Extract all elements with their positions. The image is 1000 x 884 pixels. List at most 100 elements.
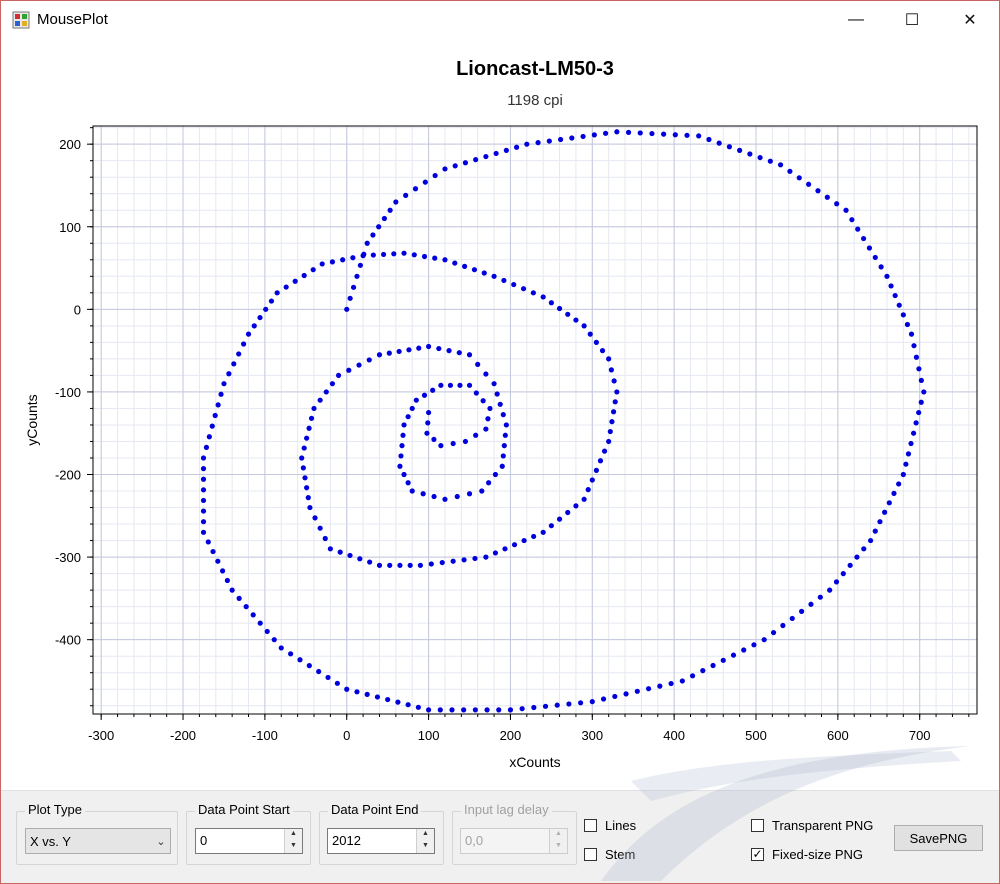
data-point [462, 160, 469, 166]
data-point [780, 622, 786, 629]
data-point [799, 608, 805, 614]
data-point [866, 245, 873, 251]
data-point [350, 284, 357, 290]
data-point [599, 348, 606, 354]
data-point [200, 497, 207, 504]
data-point [329, 381, 336, 387]
data-point [491, 273, 497, 279]
data-point [354, 273, 360, 279]
data-point [908, 440, 914, 447]
data-point [438, 382, 444, 388]
data-point [726, 144, 732, 150]
data-point [483, 371, 489, 377]
data-point [556, 305, 563, 312]
data-point [606, 356, 612, 362]
data-point [461, 707, 467, 713]
data-point [741, 647, 747, 653]
data-point [431, 493, 437, 500]
spin-up-icon[interactable]: ▲ [550, 829, 567, 841]
fixed-size-png-checkbox-box[interactable]: ✓ [751, 848, 764, 861]
data-point [347, 552, 353, 559]
data-point [306, 663, 312, 669]
data-point [507, 707, 514, 713]
data-point [405, 702, 411, 708]
data-point [483, 554, 489, 560]
data-point [301, 272, 307, 279]
data-point [364, 691, 370, 697]
data-point [454, 493, 460, 500]
data-point [637, 130, 643, 136]
stem-checkbox-box[interactable] [584, 848, 597, 861]
spin-down-icon[interactable]: ▼ [417, 841, 434, 853]
data-point [787, 168, 793, 174]
data-point [200, 455, 207, 461]
data-point [591, 132, 597, 138]
lines-checkbox-box[interactable] [584, 819, 597, 832]
data-point [312, 515, 318, 521]
data-point [288, 651, 294, 657]
spin-down-icon[interactable]: ▼ [550, 841, 567, 853]
data-point [413, 397, 419, 403]
data-point [700, 668, 706, 674]
data-point [904, 321, 911, 328]
lines-checkbox[interactable]: Lines [584, 818, 636, 833]
spin-down-icon[interactable]: ▼ [285, 841, 302, 853]
data-point [502, 432, 508, 438]
data-point [501, 277, 507, 284]
data-point [877, 519, 883, 525]
data-point [409, 405, 415, 412]
data-point [503, 147, 509, 153]
spin-up-icon[interactable]: ▲ [285, 829, 302, 841]
close-button[interactable]: ✕ [947, 1, 993, 39]
data-point [548, 523, 554, 529]
data-point [462, 263, 468, 269]
save-png-button[interactable]: SavePNG [894, 825, 983, 851]
x-tick-label: 200 [500, 728, 522, 743]
data-point [581, 323, 587, 329]
data-point [593, 467, 599, 473]
data-point [335, 372, 342, 379]
data-point [431, 436, 437, 443]
data-point [486, 480, 492, 486]
data-point [770, 629, 777, 636]
transparent-png-checkbox-box[interactable] [751, 819, 764, 832]
data-point [556, 516, 563, 522]
data-point [911, 343, 917, 349]
input-lag-delay-input[interactable]: 0,0 ▲ ▼ [460, 828, 568, 854]
data-point-end-input[interactable]: 2012 ▲ ▼ [327, 828, 435, 854]
data-point [878, 264, 884, 270]
transparent-png-checkbox[interactable]: Transparent PNG [751, 818, 873, 833]
data-point [316, 668, 322, 675]
data-point [241, 341, 247, 347]
data-point [200, 466, 207, 472]
minimize-button[interactable]: — [833, 1, 879, 39]
data-point [302, 475, 308, 481]
data-point [747, 151, 753, 157]
lines-label: Lines [605, 818, 637, 833]
data-point [421, 392, 428, 398]
data-point [356, 362, 362, 368]
data-point [481, 270, 487, 276]
data-point [806, 181, 812, 187]
maximize-button[interactable]: ☐ [889, 1, 935, 39]
data-point [855, 226, 861, 232]
data-point [367, 559, 373, 565]
data-point [503, 422, 509, 428]
data-point [587, 331, 593, 337]
data-point [229, 587, 235, 593]
data-point [442, 166, 448, 172]
data-point [494, 391, 500, 397]
data-point-start-input[interactable]: 0 ▲ ▼ [195, 828, 303, 854]
data-point [589, 699, 595, 705]
window-title: MousePlot [37, 11, 108, 28]
fixed-size-png-checkbox[interactable]: ✓ Fixed-size PNG [751, 847, 863, 862]
data-point [257, 314, 263, 321]
data-point [200, 476, 207, 482]
data-point [737, 147, 743, 153]
plot-type-select[interactable]: X vs. Y ⌄ [25, 828, 171, 854]
stem-checkbox[interactable]: Stem [584, 847, 635, 862]
data-point [412, 186, 419, 192]
data-point [513, 144, 520, 150]
title-bar[interactable]: MousePlot — ☐ ✕ [1, 1, 999, 39]
spin-up-icon[interactable]: ▲ [417, 829, 434, 841]
